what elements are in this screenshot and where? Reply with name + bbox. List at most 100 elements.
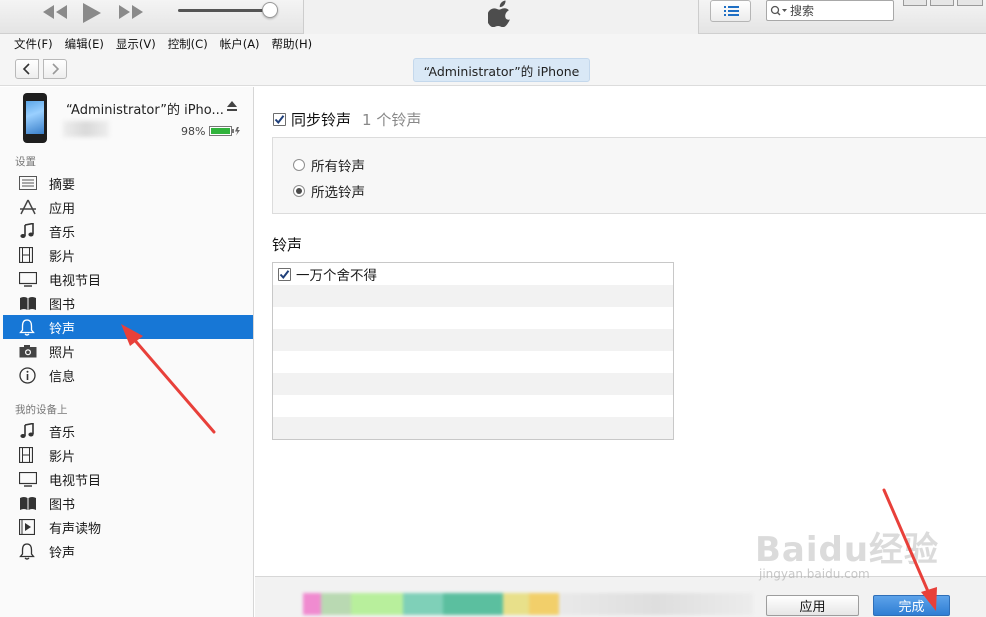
apply-button[interactable]: 应用 bbox=[766, 595, 859, 616]
sidebar-device-item-tv-shows[interactable]: 电视节目 bbox=[3, 467, 253, 491]
option-selected-tones[interactable]: 所选铃声 bbox=[293, 181, 365, 201]
checkmark-icon bbox=[274, 115, 285, 125]
player-toolbar: 搜索 bbox=[0, 0, 986, 34]
sidebar-item-label: 图书 bbox=[49, 297, 76, 313]
audiobook-icon bbox=[19, 518, 41, 536]
menu-view[interactable]: 显示(V) bbox=[116, 36, 156, 52]
device-title-button[interactable]: “Administrator”的 iPhone bbox=[413, 58, 590, 82]
sidebar-item-label: 音乐 bbox=[49, 225, 76, 241]
sidebar-item-movies[interactable]: 影片 bbox=[3, 243, 253, 267]
menu-help[interactable]: 帮助(H) bbox=[272, 36, 313, 52]
list-view-button[interactable] bbox=[710, 0, 751, 22]
sidebar-device-item-music[interactable]: 音乐 bbox=[3, 419, 253, 443]
sync-tones-checkbox[interactable] bbox=[273, 113, 286, 126]
sidebar-item-apps[interactable]: 应用 bbox=[3, 195, 253, 219]
menu-edit[interactable]: 编辑(E) bbox=[65, 36, 104, 52]
sidebar: “Administrator”的 iPho... 98% 设置 摘要 应用 音乐… bbox=[0, 87, 254, 617]
sidebar-item-books[interactable]: 图书 bbox=[3, 291, 253, 315]
sync-tones-label[interactable]: 同步铃声 bbox=[291, 109, 351, 130]
ringtones-heading: 铃声 bbox=[272, 236, 303, 254]
menu-controls[interactable]: 控制(C) bbox=[168, 36, 208, 52]
list-row-empty bbox=[273, 373, 673, 395]
sidebar-device-item-books[interactable]: 图书 bbox=[3, 491, 253, 515]
minimize-button[interactable] bbox=[903, 0, 927, 6]
capacity-bar-redacted bbox=[303, 593, 753, 615]
summary-icon bbox=[19, 174, 41, 192]
list-icon bbox=[724, 6, 739, 16]
search-icon bbox=[770, 5, 787, 15]
menu-file[interactable]: 文件(F) bbox=[14, 36, 53, 52]
back-button[interactable] bbox=[15, 59, 39, 79]
sidebar-item-label: 照片 bbox=[49, 345, 76, 361]
sidebar-item-tv-shows[interactable]: 电视节目 bbox=[3, 267, 253, 291]
bell-icon bbox=[19, 318, 41, 336]
sync-tones-row: 同步铃声 1 个铃声 bbox=[273, 109, 421, 130]
sidebar-item-tones[interactable]: 铃声 bbox=[3, 315, 253, 339]
apple-logo-icon bbox=[486, 0, 514, 31]
eject-icon[interactable] bbox=[226, 101, 238, 116]
bell-icon bbox=[19, 542, 41, 560]
sidebar-item-music[interactable]: 音乐 bbox=[3, 219, 253, 243]
close-button[interactable] bbox=[957, 0, 983, 6]
chevron-right-icon bbox=[52, 63, 60, 75]
option-label: 所有铃声 bbox=[311, 159, 365, 175]
sidebar-device-item-tones[interactable]: 铃声 bbox=[3, 539, 253, 563]
sync-tones-count: 1 个铃声 bbox=[362, 111, 422, 129]
volume-slider-handle[interactable] bbox=[262, 2, 278, 18]
previous-track-button[interactable] bbox=[40, 2, 70, 22]
search-input[interactable]: 搜索 bbox=[766, 0, 894, 21]
sidebar-item-label: 摘要 bbox=[49, 177, 76, 193]
book-icon bbox=[19, 494, 41, 512]
radio-all-tones[interactable] bbox=[293, 159, 305, 171]
radio-selected-tones[interactable] bbox=[293, 185, 305, 197]
list-row-empty bbox=[273, 329, 673, 351]
list-row-empty bbox=[273, 285, 673, 307]
menu-bar: 文件(F) 编辑(E) 显示(V) 控制(C) 帐户(A) 帮助(H) bbox=[0, 34, 986, 54]
rewind-icon bbox=[43, 5, 67, 19]
sidebar-item-label: 影片 bbox=[49, 449, 76, 465]
play-button[interactable] bbox=[80, 2, 104, 24]
tones-panel: 同步铃声 1 个铃声 所有铃声 所选铃声 铃声 一万个舍不得 bbox=[255, 87, 986, 576]
navigation-bar: “Administrator”的 iPhone bbox=[0, 54, 986, 86]
sidebar-item-label: 影片 bbox=[49, 249, 76, 265]
camera-icon bbox=[19, 342, 41, 360]
window-controls bbox=[903, 0, 986, 6]
volume-slider[interactable] bbox=[178, 9, 270, 12]
tv-icon bbox=[19, 270, 41, 288]
sidebar-device-item-audiobooks[interactable]: 有声读物 bbox=[3, 515, 253, 539]
sidebar-item-label: 电视节目 bbox=[49, 273, 102, 289]
sidebar-item-label: 音乐 bbox=[49, 425, 76, 441]
sidebar-device-item-movies[interactable]: 影片 bbox=[3, 443, 253, 467]
device-capacity-redacted bbox=[63, 121, 109, 137]
play-icon bbox=[83, 3, 101, 23]
option-all-tones[interactable]: 所有铃声 bbox=[293, 155, 365, 175]
sidebar-item-label: 电视节目 bbox=[49, 473, 102, 489]
menu-account[interactable]: 帐户(A) bbox=[220, 36, 260, 52]
maximize-button[interactable] bbox=[930, 0, 954, 6]
ringtone-name: 一万个舍不得 bbox=[296, 268, 377, 284]
section-label-settings: 设置 bbox=[15, 156, 36, 168]
battery-percent: 98% bbox=[181, 125, 206, 138]
music-note-icon bbox=[19, 422, 41, 440]
ringtone-list: 一万个舍不得 bbox=[272, 262, 674, 440]
sync-options-panel: 所有铃声 所选铃声 bbox=[272, 137, 986, 214]
list-row-empty bbox=[273, 351, 673, 373]
list-row-empty bbox=[273, 307, 673, 329]
info-icon bbox=[19, 366, 41, 384]
sidebar-item-photos[interactable]: 照片 bbox=[3, 339, 253, 363]
sidebar-item-label: 应用 bbox=[49, 201, 76, 217]
forward-button[interactable] bbox=[43, 59, 67, 79]
sidebar-item-info[interactable]: 信息 bbox=[3, 363, 253, 387]
next-track-button[interactable] bbox=[116, 2, 146, 22]
section-label-on-my-device: 我的设备上 bbox=[15, 404, 68, 416]
fast-forward-icon bbox=[119, 5, 143, 19]
ringtone-checkbox[interactable] bbox=[278, 267, 291, 281]
apps-icon bbox=[19, 198, 41, 216]
list-item[interactable]: 一万个舍不得 bbox=[273, 263, 673, 285]
done-button[interactable]: 完成 bbox=[873, 595, 950, 616]
chevron-left-icon bbox=[22, 63, 30, 75]
sidebar-item-label: 信息 bbox=[49, 369, 76, 385]
film-icon bbox=[19, 446, 41, 464]
sidebar-item-summary[interactable]: 摘要 bbox=[3, 171, 253, 195]
device-name[interactable]: “Administrator”的 iPho... bbox=[66, 99, 224, 118]
